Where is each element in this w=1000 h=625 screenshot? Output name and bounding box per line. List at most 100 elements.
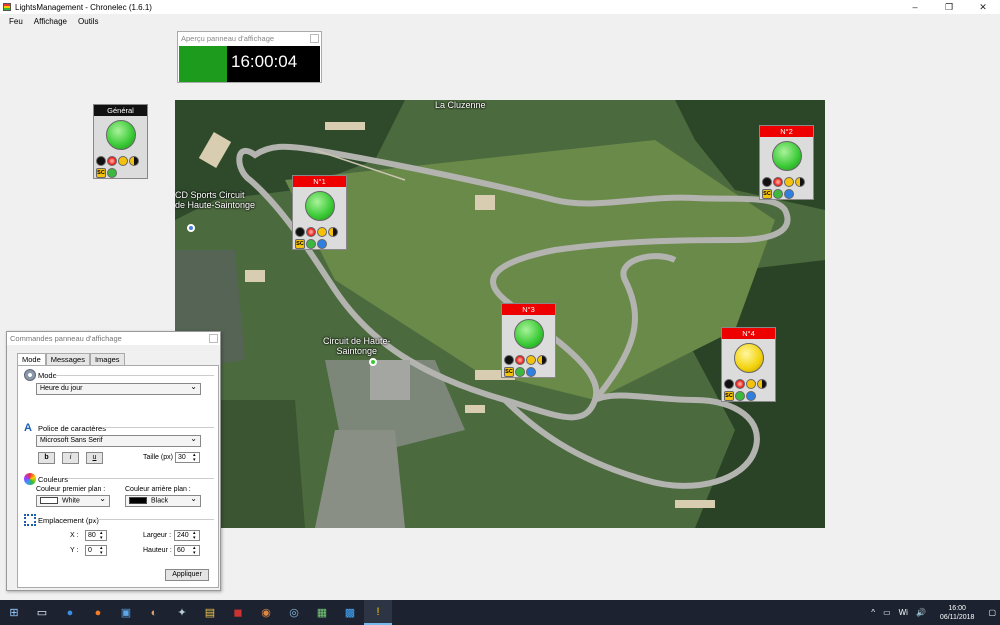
menu-outils[interactable]: Outils bbox=[78, 17, 98, 26]
preview-title: Aperçu panneau d'affichage bbox=[181, 34, 275, 43]
black-flag-icon[interactable] bbox=[295, 226, 305, 237]
safety-car-icon[interactable]: SC bbox=[724, 390, 734, 401]
volume-icon[interactable]: 🔊 bbox=[916, 608, 926, 617]
font-select[interactable]: Microsoft Sans Serif bbox=[36, 434, 201, 447]
light-general[interactable]: Général SC bbox=[93, 104, 148, 179]
explorer-icon[interactable]: ▤ bbox=[196, 600, 224, 625]
game-icon[interactable]: ◉ bbox=[252, 600, 280, 625]
red-flag-icon[interactable] bbox=[107, 155, 117, 166]
menu-affichage[interactable]: Affichage bbox=[34, 17, 67, 26]
half-yellow-flag-icon[interactable] bbox=[757, 378, 767, 389]
app-window-icon[interactable]: ▣ bbox=[112, 600, 140, 625]
safety-car-icon[interactable]: SC bbox=[295, 238, 305, 249]
map-pin-icon[interactable] bbox=[369, 358, 377, 366]
fg-color-select[interactable]: White bbox=[36, 494, 110, 507]
divider bbox=[68, 478, 214, 479]
light-n3[interactable]: N°3 SC bbox=[501, 303, 556, 378]
font-heading: Police de caractères bbox=[38, 423, 106, 433]
track-map[interactable]: La Cluzenne CD Sports Circuit de Haute-S… bbox=[175, 100, 825, 528]
green-flag-icon[interactable] bbox=[735, 390, 745, 401]
panel-close-button[interactable] bbox=[209, 334, 218, 343]
yellow-flag-icon[interactable] bbox=[746, 378, 756, 389]
italic-button[interactable]: i bbox=[62, 452, 79, 464]
windows-start-icon[interactable]: ⊞ bbox=[0, 600, 28, 625]
media-icon[interactable]: ◎ bbox=[280, 600, 308, 625]
minimize-button[interactable]: – bbox=[898, 0, 932, 14]
green-flag-icon[interactable] bbox=[306, 238, 316, 249]
lamp-indicator[interactable] bbox=[304, 191, 335, 221]
bg-swatch bbox=[129, 497, 147, 504]
tab-messages[interactable]: Messages bbox=[45, 353, 90, 365]
battery-icon[interactable]: ▭ bbox=[883, 608, 891, 617]
yellow-flag-icon[interactable] bbox=[317, 226, 327, 237]
blue-flag-icon[interactable] bbox=[746, 390, 756, 401]
safety-car-icon[interactable]: SC bbox=[762, 188, 772, 199]
close-button[interactable]: ✕ bbox=[966, 0, 1000, 14]
photoshop-icon[interactable]: ▩ bbox=[336, 600, 364, 625]
tab-mode[interactable]: Mode bbox=[17, 353, 46, 365]
yellow-flag-icon[interactable] bbox=[118, 155, 128, 166]
network-icon[interactable]: ✦ bbox=[168, 600, 196, 625]
wifi-icon[interactable]: Wi bbox=[899, 608, 908, 617]
blue-flag-icon[interactable] bbox=[784, 188, 794, 199]
light-n4[interactable]: N°4 SC bbox=[721, 327, 776, 402]
black-flag-icon[interactable] bbox=[96, 155, 106, 166]
green-flag-icon[interactable] bbox=[107, 167, 117, 178]
x-field[interactable]: 80 bbox=[85, 530, 107, 541]
size-field[interactable]: 30 bbox=[175, 452, 200, 463]
notifications-icon[interactable]: ▢ bbox=[988, 608, 996, 617]
task-view-icon[interactable]: ▭ bbox=[28, 600, 56, 625]
bold-button[interactable]: b bbox=[38, 452, 55, 464]
black-flag-icon[interactable] bbox=[762, 176, 772, 187]
half-yellow-flag-icon[interactable] bbox=[328, 226, 338, 237]
half-yellow-flag-icon[interactable] bbox=[795, 176, 805, 187]
green-flag-icon[interactable] bbox=[515, 366, 525, 377]
half-yellow-flag-icon[interactable] bbox=[129, 155, 139, 166]
notepad-icon[interactable]: ▦ bbox=[308, 600, 336, 625]
tray-chevron-icon[interactable]: ^ bbox=[871, 608, 875, 617]
width-field[interactable]: 240 bbox=[174, 530, 200, 541]
preview-close-button[interactable] bbox=[310, 34, 319, 43]
lamp-indicator[interactable] bbox=[733, 343, 764, 373]
firefox-icon[interactable]: ● bbox=[84, 600, 112, 625]
taskbar-clock[interactable]: 16:00 06/11/2018 bbox=[940, 604, 975, 622]
lamp-indicator[interactable] bbox=[105, 120, 136, 150]
blue-flag-icon[interactable] bbox=[526, 366, 536, 377]
light-n1[interactable]: N°1 SC bbox=[292, 175, 347, 250]
lights-app-icon[interactable]: ! bbox=[364, 600, 392, 625]
light-n2[interactable]: N°2 SC bbox=[759, 125, 814, 200]
bg-color-select[interactable]: Black bbox=[125, 494, 201, 507]
apply-button[interactable]: Appliquer bbox=[165, 569, 209, 581]
filezilla-icon[interactable]: ◼ bbox=[224, 600, 252, 625]
lamp-indicator[interactable] bbox=[513, 319, 544, 349]
yellow-flag-icon[interactable] bbox=[784, 176, 794, 187]
blue-flag-icon[interactable] bbox=[317, 238, 327, 249]
height-label: Hauteur : bbox=[143, 547, 172, 554]
tab-images[interactable]: Images bbox=[89, 353, 125, 365]
display-commands-panel[interactable]: Commandes panneau d'affichage Mode Messa… bbox=[6, 331, 221, 591]
red-flag-icon[interactable] bbox=[515, 354, 525, 365]
lamp-indicator[interactable] bbox=[771, 141, 802, 171]
black-flag-icon[interactable] bbox=[724, 378, 734, 389]
people-icon[interactable]: ◐ bbox=[140, 600, 168, 625]
height-field[interactable]: 60 bbox=[174, 545, 200, 556]
safety-car-icon[interactable]: SC bbox=[504, 366, 514, 377]
yellow-flag-icon[interactable] bbox=[526, 354, 536, 365]
red-flag-icon[interactable] bbox=[773, 176, 783, 187]
light-label: N°2 bbox=[760, 126, 813, 137]
menu-feu[interactable]: Feu bbox=[9, 17, 23, 26]
underline-button[interactable]: u bbox=[86, 452, 103, 464]
red-flag-icon[interactable] bbox=[735, 378, 745, 389]
green-flag-icon[interactable] bbox=[773, 188, 783, 199]
maximize-button[interactable]: ❐ bbox=[932, 0, 966, 14]
map-pin-icon[interactable] bbox=[187, 224, 195, 232]
mode-select[interactable]: Heure du jour bbox=[36, 382, 201, 395]
bg-color-label: Couleur arrière plan : bbox=[125, 486, 191, 493]
red-flag-icon[interactable] bbox=[306, 226, 316, 237]
safety-car-icon[interactable]: SC bbox=[96, 167, 106, 178]
edge-icon[interactable]: ● bbox=[56, 600, 84, 625]
black-flag-icon[interactable] bbox=[504, 354, 514, 365]
half-yellow-flag-icon[interactable] bbox=[537, 354, 547, 365]
preview-window[interactable]: Aperçu panneau d'affichage 16:00:04 bbox=[177, 31, 322, 83]
y-field[interactable]: 0 bbox=[85, 545, 107, 556]
